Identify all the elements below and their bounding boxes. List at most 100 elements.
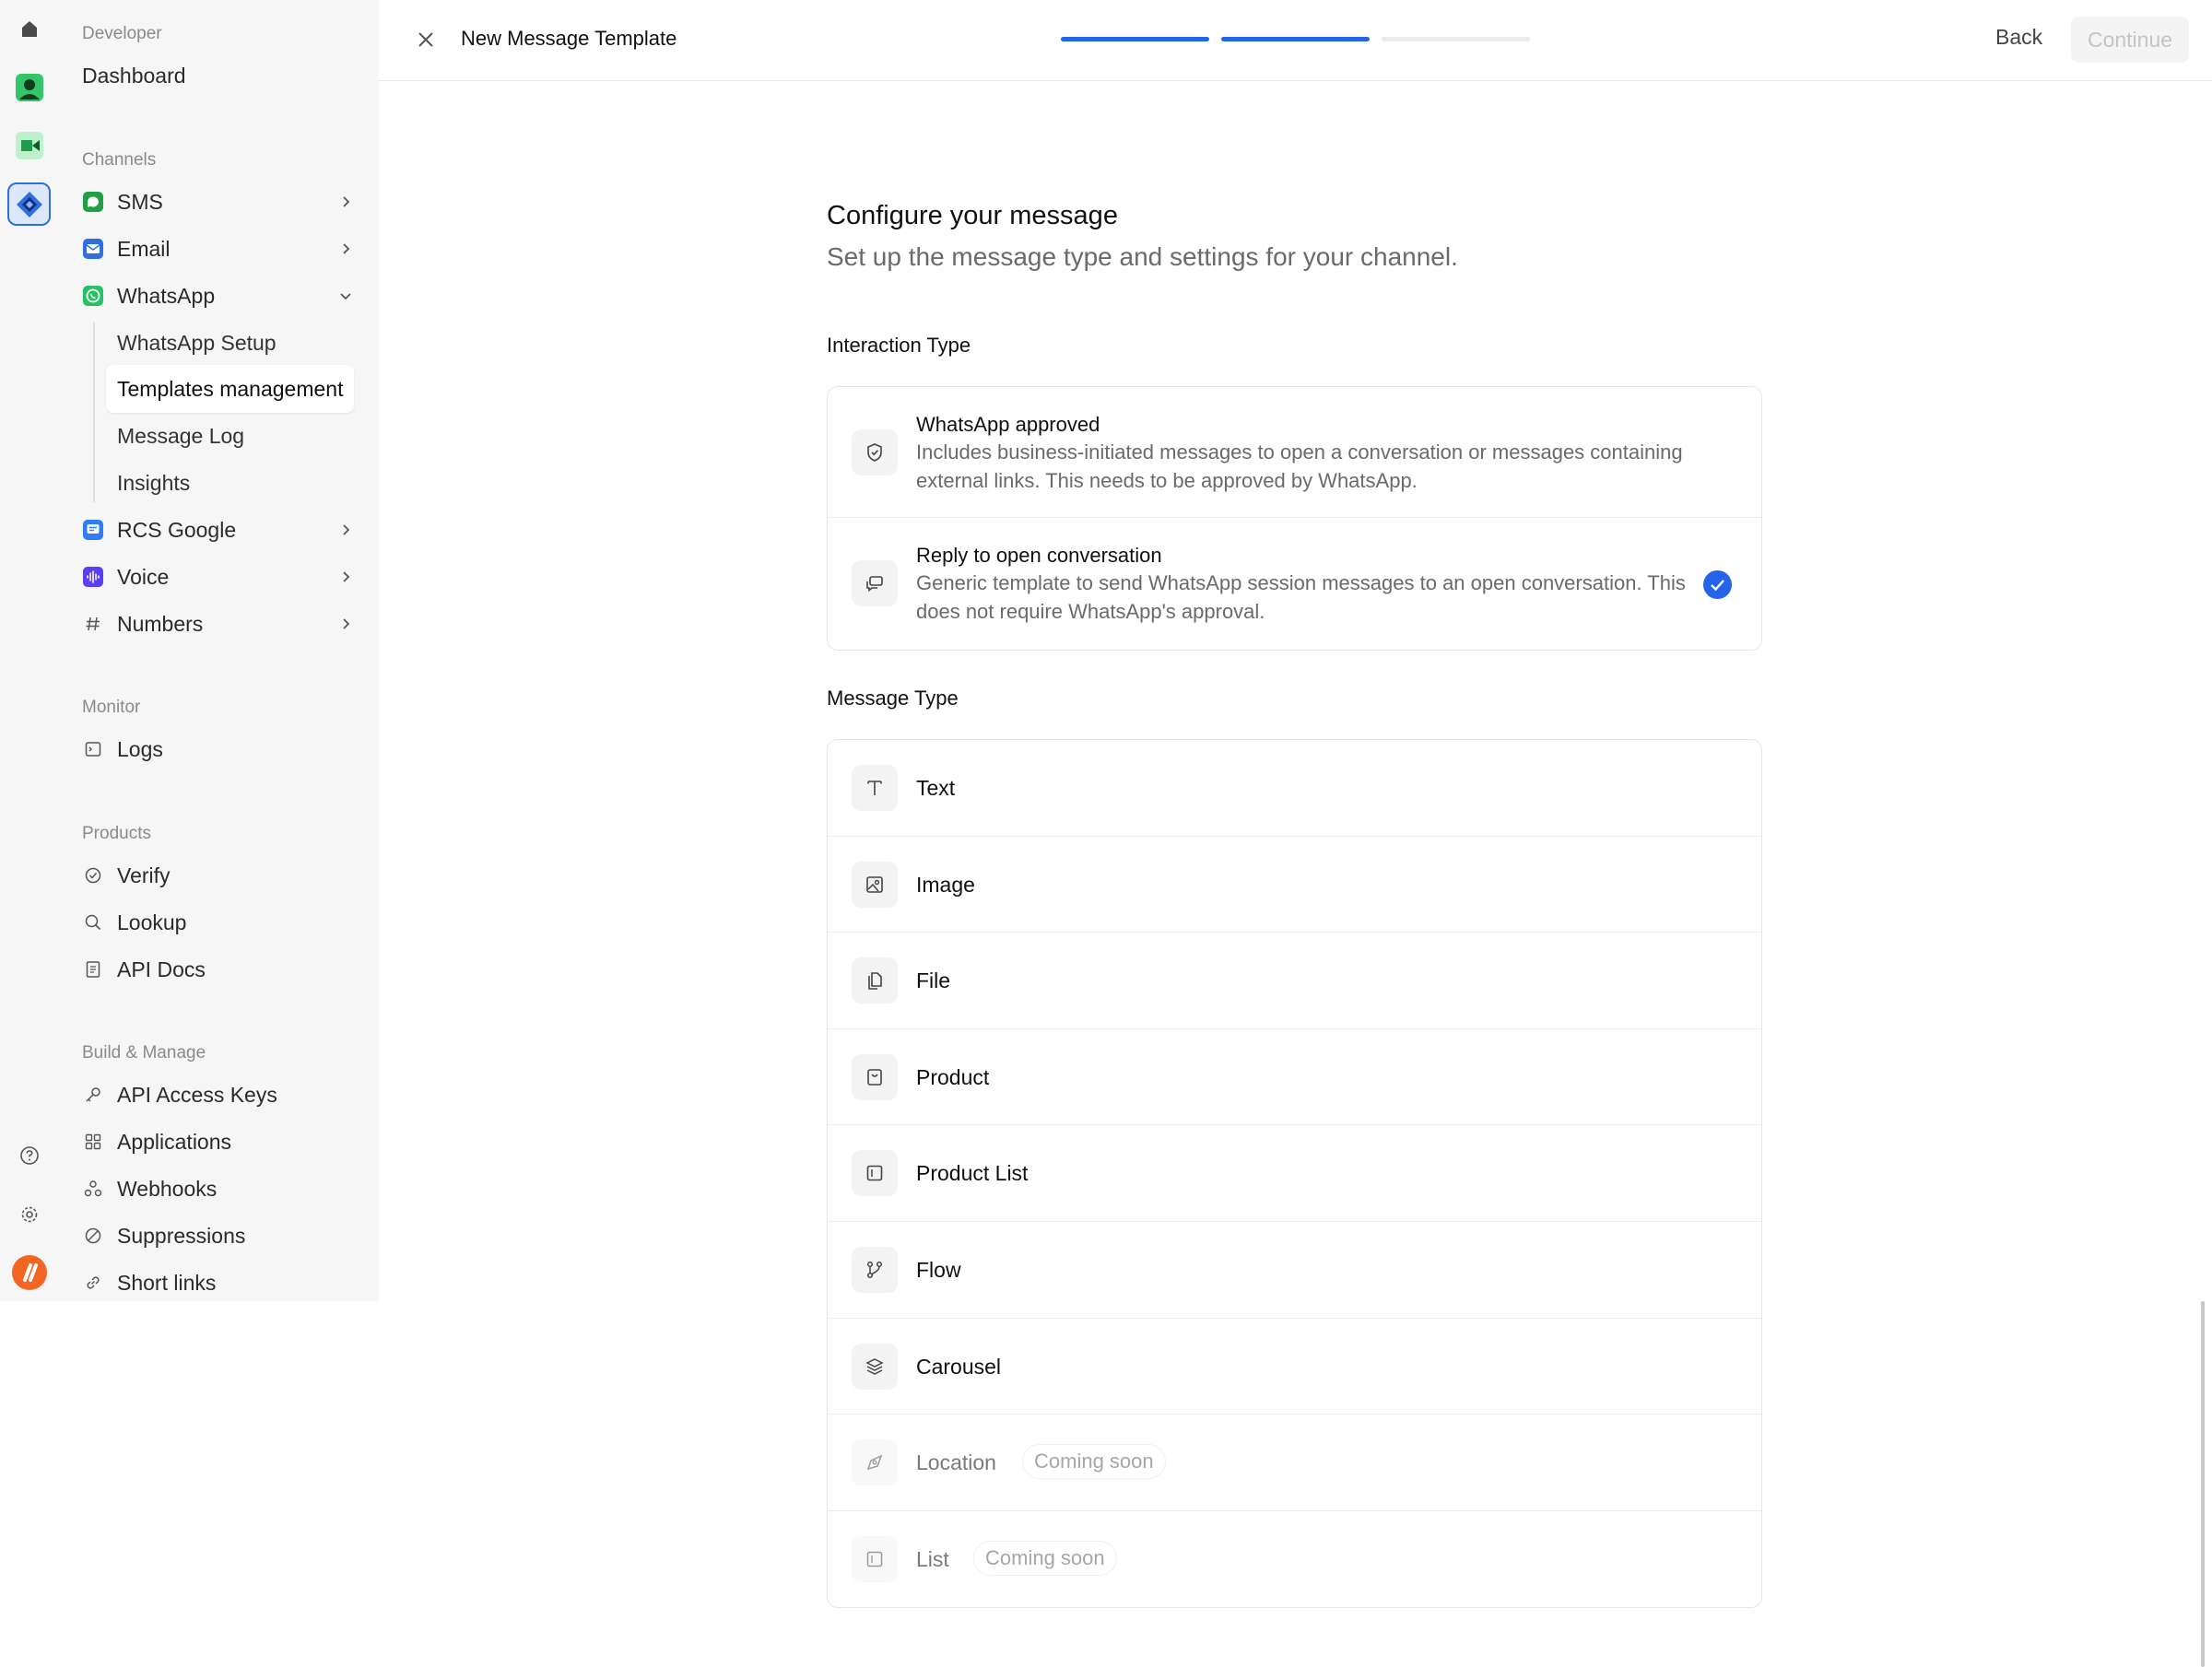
sidebar-item-api-docs[interactable]: API Docs	[82, 949, 368, 990]
message-type-carousel[interactable]: Carousel	[828, 1319, 1761, 1415]
file-icon	[852, 957, 898, 1004]
coming-soon-badge: Coming soon	[1022, 1444, 1166, 1480]
text-icon	[852, 765, 898, 811]
sidebar-item-label: Applications	[117, 1129, 232, 1154]
interaction-type-card: WhatsApp approved Includes business-init…	[827, 386, 1762, 651]
image-icon	[852, 861, 898, 908]
interaction-option-reply-open-conversation[interactable]: Reply to open conversation Generic templ…	[828, 518, 1761, 649]
brand-logo-icon[interactable]	[7, 1250, 51, 1294]
sidebar-item-label: Numbers	[117, 611, 204, 636]
message-type-location: Location Coming soon	[828, 1415, 1761, 1511]
chevron-right-icon	[343, 196, 350, 207]
sidebar-item-voice[interactable]: Voice	[82, 557, 368, 597]
message-type-name: Text	[916, 776, 956, 800]
sms-icon	[82, 191, 104, 213]
close-icon[interactable]	[412, 26, 440, 53]
sidebar-item-logs[interactable]: Logs	[82, 729, 368, 769]
settings-icon[interactable]	[7, 1192, 51, 1236]
voice-icon	[82, 566, 104, 588]
sidebar-item-label: SMS	[117, 189, 163, 214]
sidebar-item-short-links[interactable]: Short links	[82, 1262, 368, 1303]
message-type-image[interactable]: Image	[828, 837, 1761, 933]
section-developer: Developer	[82, 24, 162, 43]
video-app-icon[interactable]	[7, 123, 51, 167]
continue-button[interactable]: Continue	[2071, 17, 2189, 63]
email-icon	[82, 238, 104, 260]
chevron-down-icon	[340, 293, 351, 300]
progress-step	[1061, 37, 1209, 41]
message-type-name: Product List	[916, 1161, 1029, 1186]
back-button[interactable]: Back	[1995, 25, 2042, 50]
top-bar: New Message Template Back Continue	[379, 0, 2212, 81]
message-type-product[interactable]: Product	[828, 1029, 1761, 1126]
location-icon	[852, 1439, 898, 1486]
sidebar-item-label: Dashboard	[82, 63, 186, 88]
list-icon	[852, 1535, 898, 1582]
scrollbar[interactable]	[2201, 1301, 2205, 1667]
search-icon	[82, 911, 104, 933]
hash-icon	[82, 613, 104, 635]
rcs-icon	[82, 519, 104, 541]
carousel-icon	[852, 1343, 898, 1390]
sidebar-item-sms[interactable]: SMS	[82, 182, 368, 222]
message-type-file[interactable]: File	[828, 933, 1761, 1029]
section-heading: Configure your message	[827, 201, 1118, 230]
whatsapp-icon	[82, 285, 104, 307]
sidebar-item-lookup[interactable]: Lookup	[82, 902, 368, 943]
verify-icon	[82, 864, 104, 886]
sidebar-item-suppressions[interactable]: Suppressions	[82, 1215, 368, 1256]
message-type-product-list[interactable]: Product List	[828, 1125, 1761, 1222]
sidebar-item-templates-management[interactable]: Templates management	[106, 365, 355, 413]
developer-app-icon[interactable]	[7, 182, 51, 226]
sidebar-item-label: Suppressions	[117, 1223, 246, 1248]
sidebar-item-whatsapp[interactable]: WhatsApp	[82, 276, 368, 316]
section-products: Products	[82, 824, 151, 843]
sidebar-item-label: Short links	[117, 1270, 217, 1295]
message-type-flow[interactable]: Flow	[828, 1222, 1761, 1319]
shield-icon	[852, 429, 898, 475]
chevron-right-icon	[343, 618, 350, 629]
message-type-name: Product	[916, 1064, 990, 1089]
page-title: New Message Template	[461, 27, 677, 50]
submenu-guide-line	[93, 323, 95, 502]
sidebar-item-message-log[interactable]: Message Log	[117, 416, 244, 456]
coming-soon-badge: Coming soon	[973, 1540, 1117, 1576]
option-title: Reply to open conversation	[916, 544, 1162, 567]
block-icon	[82, 1225, 104, 1247]
sidebar-item-whatsapp-setup[interactable]: WhatsApp Setup	[117, 323, 276, 363]
chevron-right-icon	[343, 524, 350, 535]
webhook-icon	[82, 1178, 104, 1200]
option-description: Includes business-initiated messages to …	[916, 440, 1683, 492]
sidebar-item-rcs-google[interactable]: RCS Google	[82, 510, 368, 550]
product-list-icon	[852, 1150, 898, 1197]
sidebar-item-label: Lookup	[117, 910, 187, 934]
section-build-manage: Build & Manage	[82, 1043, 206, 1062]
sidebar-item-label: Webhooks	[117, 1176, 218, 1201]
interaction-option-whatsapp-approved[interactable]: WhatsApp approved Includes business-init…	[828, 387, 1761, 518]
sidebar-item-label: Voice	[117, 564, 170, 589]
sidebar-item-verify[interactable]: Verify	[82, 855, 368, 896]
message-type-name: List	[916, 1546, 949, 1571]
sidebar-item-applications[interactable]: Applications	[82, 1121, 368, 1162]
message-type-text[interactable]: Text	[828, 740, 1761, 837]
sidebar-item-numbers[interactable]: Numbers	[82, 604, 368, 644]
section-monitor: Monitor	[82, 698, 141, 717]
sidebar-item-label: WhatsApp	[117, 283, 216, 308]
sidebar-item-dashboard[interactable]: Dashboard	[82, 55, 368, 96]
sidebar-item-label: Logs	[117, 736, 163, 761]
sidebar-item-email[interactable]: Email	[82, 229, 368, 269]
message-type-name: Image	[916, 872, 975, 897]
sidebar: Developer Dashboard Channels SMS Email W…	[58, 0, 379, 1301]
option-title: WhatsApp approved	[916, 413, 1100, 436]
home-icon[interactable]	[7, 7, 51, 51]
sidebar-item-insights[interactable]: Insights	[117, 463, 190, 503]
progress-step	[1221, 37, 1370, 41]
help-icon[interactable]	[7, 1133, 51, 1177]
section-subheading: Set up the message type and settings for…	[827, 242, 1458, 271]
message-type-name: File	[916, 969, 951, 993]
sidebar-item-webhooks[interactable]: Webhooks	[82, 1168, 368, 1209]
contact-app-icon[interactable]	[7, 65, 51, 109]
flow-icon	[852, 1246, 898, 1293]
sidebar-item-api-access-keys[interactable]: API Access Keys	[82, 1074, 368, 1115]
sidebar-item-label: Verify	[117, 863, 171, 887]
